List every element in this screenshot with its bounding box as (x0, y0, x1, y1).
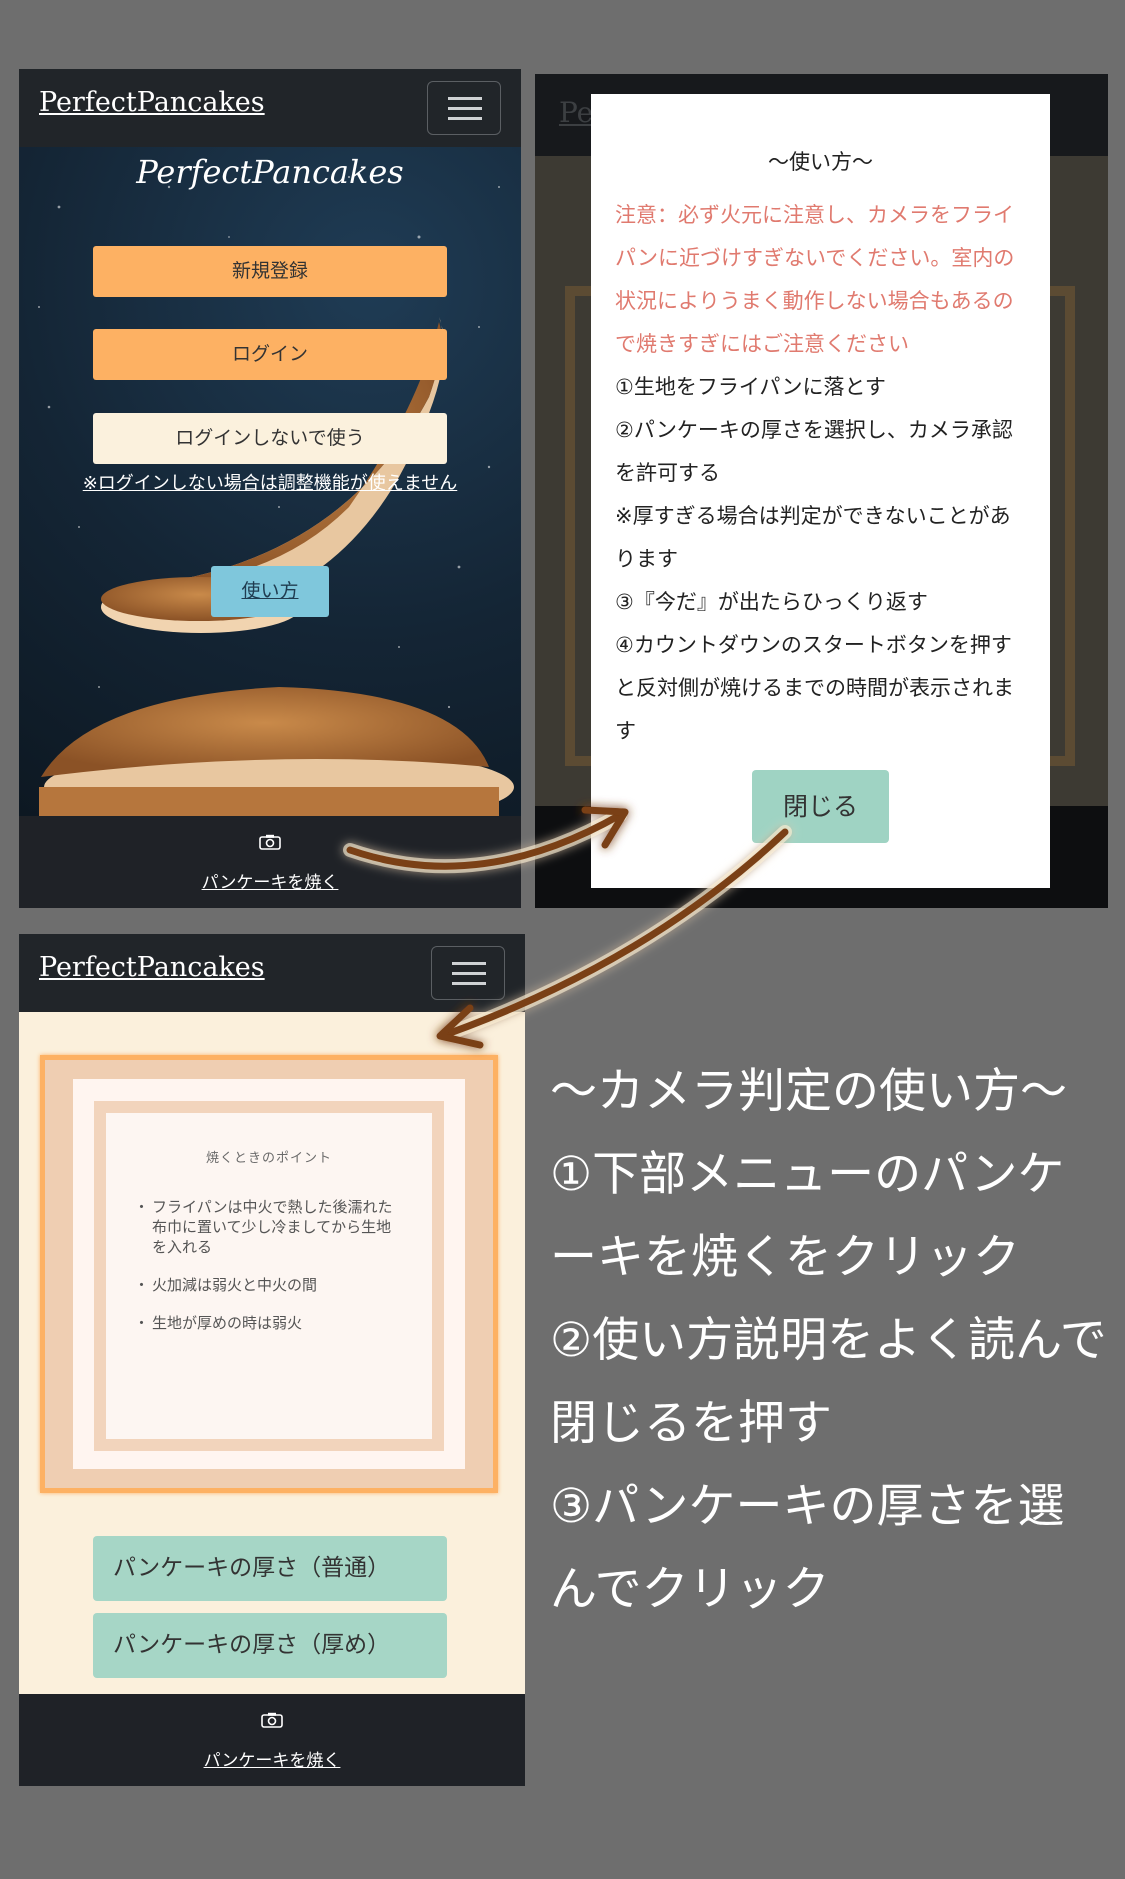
thickness-thick-button[interactable]: パンケーキの厚さ（厚め） (93, 1613, 447, 1678)
warning-text: 注意：必ず火元に注意し、カメラをフライパンに近づけすぎないでください。室内の状況… (615, 203, 1015, 356)
instructions: 〜カメラ判定の使い方〜 ①下部メニューのパンケーキを焼くをクリック ②使い方説明… (550, 1050, 1110, 1631)
menu-toggle-button[interactable] (427, 81, 501, 135)
brand-link[interactable]: PerfectPancakes (39, 87, 265, 118)
screen-usage-modal: Pe 〜使い方〜 注意：必ず火元に注意し、カメラをフライパンに近づけすぎないでく… (535, 74, 1108, 908)
tips-list: フライパンは中火で熱した後濡れた布巾に置いて少し冷ましてから生地を入れる 火加減… (134, 1197, 398, 1351)
footer-bar: パンケーキを焼く (19, 816, 521, 908)
instructions-step-3: ③パンケーキの厚さを選んでクリック (550, 1479, 1065, 1617)
instructions-title: 〜カメラ判定の使い方〜 (550, 1064, 1067, 1119)
tip-item: フライパンは中火で熱した後濡れた布巾に置いて少し冷ましてから生地を入れる (134, 1197, 398, 1257)
brand-link-dimmed: Pe (559, 96, 594, 129)
navbar: PerfectPancakes (19, 934, 525, 1012)
tips-title: 焼くときのポイント (205, 1151, 332, 1166)
screen-home: PerfectPancakes PerfectPancakes 新規登録 ログイ… (19, 69, 521, 908)
menu-toggle-button[interactable] (431, 946, 505, 1000)
bake-pancake-link[interactable]: パンケーキを焼く (19, 1746, 525, 1771)
hero-title: PerfectPancakes (136, 153, 404, 191)
footer-bar: パンケーキを焼く (19, 1694, 525, 1786)
step-1: ①生地をフライパンに落とす (615, 375, 886, 399)
hamburger-icon (448, 97, 482, 100)
step-2: ②パンケーキの厚さを選択し、カメラ承認を許可する (615, 418, 1013, 485)
tip-item: 生地が厚めの時は弱火 (134, 1313, 398, 1333)
hamburger-icon (452, 962, 486, 965)
thickness-note: ※厚すぎる場合は判定ができないことがあります (615, 504, 1011, 571)
guest-login-button[interactable]: ログインしないで使う (93, 413, 447, 464)
tip-item: 火加減は弱火と中火の間 (134, 1275, 398, 1295)
usage-button[interactable]: 使い方 (211, 566, 329, 617)
login-button[interactable]: ログイン (93, 329, 447, 380)
step-4: ④カウントダウンのスタートボタンを押すと反対側が焼けるまでの時間が表示されます (615, 633, 1014, 743)
tips-frame: 焼くときのポイント フライパンは中火で熱した後濡れた布巾に置いて少し冷ましてから… (40, 1055, 498, 1493)
modal-title: 〜使い方〜 (768, 150, 873, 174)
camera-icon[interactable] (259, 834, 281, 850)
screen-camera-judge: PerfectPancakes 焼くときのポイント フライパンは中火で熱した後濡… (19, 934, 525, 1786)
modal-body: 注意：必ず火元に注意し、カメラをフライパンに近づけすぎないでください。室内の状況… (615, 194, 1028, 753)
step-3: ③『今だ』が出たらひっくり返す (615, 590, 928, 614)
thickness-normal-button[interactable]: パンケーキの厚さ（普通） (93, 1536, 447, 1601)
close-button[interactable]: 閉じる (752, 770, 889, 843)
hero-section: PerfectPancakes 新規登録 ログイン ログインしないで使う ※ログ… (19, 147, 521, 816)
navbar: PerfectPancakes (19, 69, 521, 147)
bake-pancake-link[interactable]: パンケーキを焼く (19, 868, 521, 893)
camera-icon[interactable] (261, 1712, 283, 1728)
tips-card: 焼くときのポイント フライパンは中火で熱した後濡れた布巾に置いて少し冷ましてから… (106, 1113, 432, 1439)
register-button[interactable]: 新規登録 (93, 246, 447, 297)
brand-link[interactable]: PerfectPancakes (39, 952, 265, 983)
guest-note-link[interactable]: ※ログインしない場合は調整機能が使えません (19, 469, 521, 495)
instructions-step-1: ①下部メニューのパンケーキを焼くをクリック (550, 1147, 1065, 1285)
usage-modal: 〜使い方〜 注意：必ず火元に注意し、カメラをフライパンに近づけすぎないでください… (591, 94, 1050, 888)
instructions-step-2: ②使い方説明をよく読んで閉じるを押す (550, 1313, 1107, 1451)
